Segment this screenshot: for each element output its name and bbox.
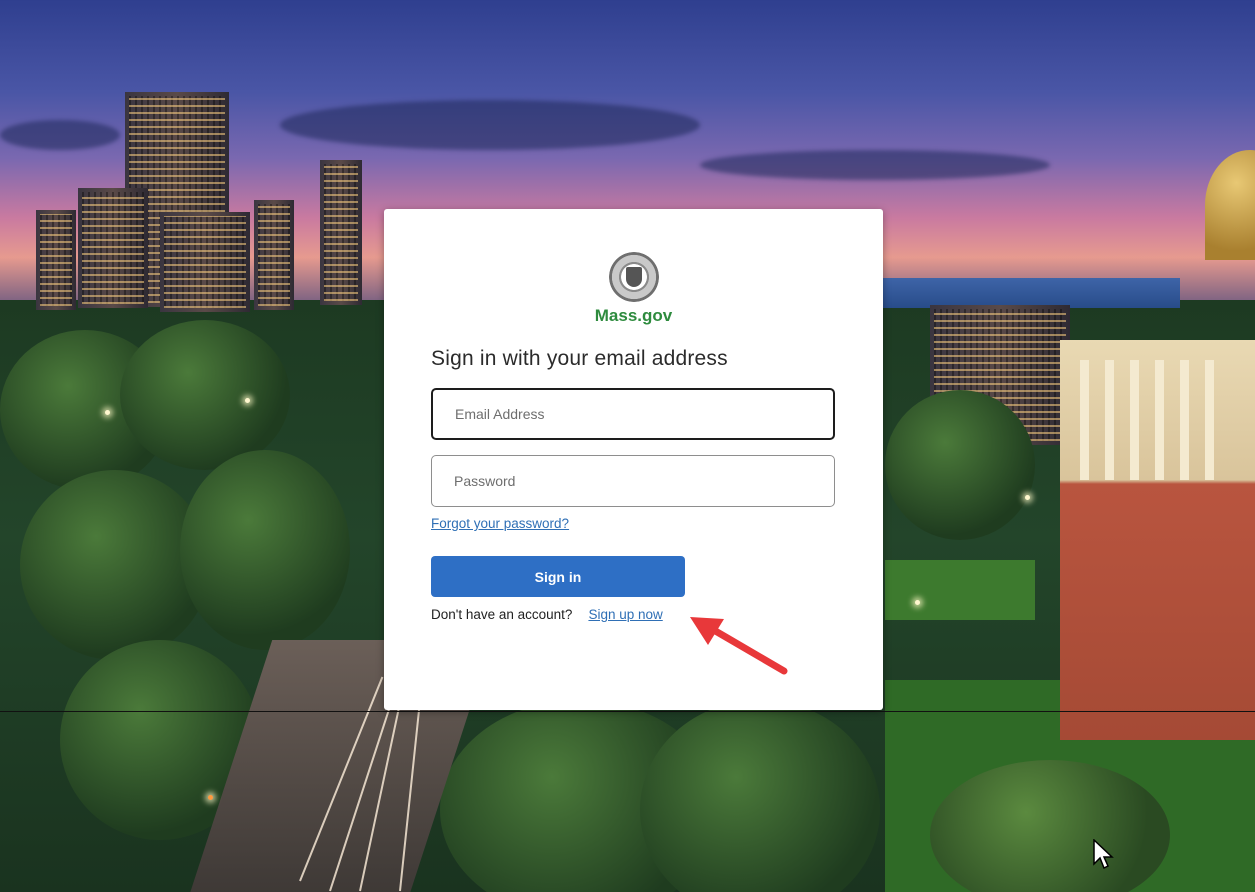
password-field[interactable] [431, 455, 835, 507]
brand-name: Mass.gov [594, 306, 673, 325]
skyscraper [160, 212, 250, 312]
column [1155, 360, 1164, 480]
cloud [700, 150, 1050, 180]
red-arrow-icon [690, 617, 788, 675]
column [1105, 360, 1114, 480]
street-light [245, 398, 250, 403]
no-account-text: Don't have an account? [431, 607, 573, 622]
skyscraper [254, 200, 294, 310]
email-field[interactable] [431, 388, 835, 440]
column [1180, 360, 1189, 480]
tree [885, 390, 1035, 540]
divider-line [0, 711, 1255, 712]
river [880, 278, 1180, 308]
mouse-cursor-icon [1093, 839, 1114, 870]
signup-row: Don't have an account? Sign up now [431, 607, 663, 622]
skyscraper [78, 188, 148, 308]
street-light [1025, 495, 1030, 500]
mass-gov-logo: Mass.gov [384, 252, 883, 326]
street-light [105, 410, 110, 415]
sign-in-button[interactable]: Sign in [431, 556, 685, 597]
forgot-password-link[interactable]: Forgot your password? [431, 516, 569, 531]
page-title: Sign in with your email address [431, 347, 728, 370]
lawn [885, 560, 1035, 620]
column [1205, 360, 1214, 480]
column [1080, 360, 1089, 480]
cloud [280, 100, 700, 150]
commonwealth-seal-icon [608, 252, 659, 302]
tree [180, 450, 350, 650]
street-light [208, 795, 213, 800]
street-light [915, 600, 920, 605]
signin-card: Mass.gov Sign in with your email address… [384, 209, 883, 710]
column [1130, 360, 1139, 480]
cloud [0, 120, 120, 150]
skyscraper [320, 160, 362, 305]
tree [120, 320, 290, 470]
skyscraper [36, 210, 76, 310]
signup-link[interactable]: Sign up now [588, 607, 662, 622]
